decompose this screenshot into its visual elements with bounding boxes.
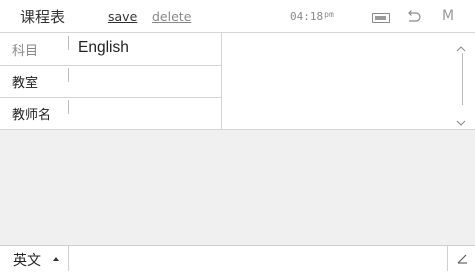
top-bar: 课程表 save delete 04:18pm M [0, 0, 475, 33]
classroom-row[interactable]: 教室 [0, 65, 221, 98]
scrollbar-track[interactable] [462, 53, 463, 105]
clock-ampm: pm [324, 10, 334, 19]
menu-button[interactable]: M [442, 8, 454, 24]
classroom-label: 教室 [12, 76, 39, 91]
subject-label: 科目 [12, 44, 39, 59]
app-title: 课程表 [20, 8, 66, 26]
clock-time: 04:18 [290, 10, 324, 23]
field-divider [68, 36, 69, 50]
battery-icon [372, 13, 390, 23]
clock: 04:18pm [290, 10, 334, 23]
form-fields: 科目 English 教室 教师名 [0, 33, 222, 129]
corner-expand-icon [457, 254, 467, 264]
subject-field[interactable]: English [78, 39, 129, 57]
corner-expand-button[interactable] [447, 246, 475, 271]
empty-content-area [0, 130, 475, 245]
delete-button[interactable]: delete [152, 9, 191, 24]
back-icon[interactable] [403, 7, 423, 27]
field-divider [68, 100, 69, 114]
subject-row[interactable]: 科目 English [0, 33, 221, 66]
course-form: 科目 English 教室 教师名 [0, 33, 475, 130]
caret-up-icon [53, 257, 59, 261]
input-language-switch[interactable]: 英文 [0, 246, 69, 271]
input-language-label: 英文 [13, 253, 41, 269]
chevron-up-icon[interactable] [455, 38, 467, 52]
bottom-bar: 英文 [0, 245, 475, 272]
chevron-down-icon[interactable] [455, 112, 467, 126]
teacher-row[interactable]: 教师名 [0, 97, 221, 129]
field-divider [68, 68, 69, 82]
teacher-label: 教师名 [12, 108, 52, 123]
save-button[interactable]: save [108, 9, 137, 24]
